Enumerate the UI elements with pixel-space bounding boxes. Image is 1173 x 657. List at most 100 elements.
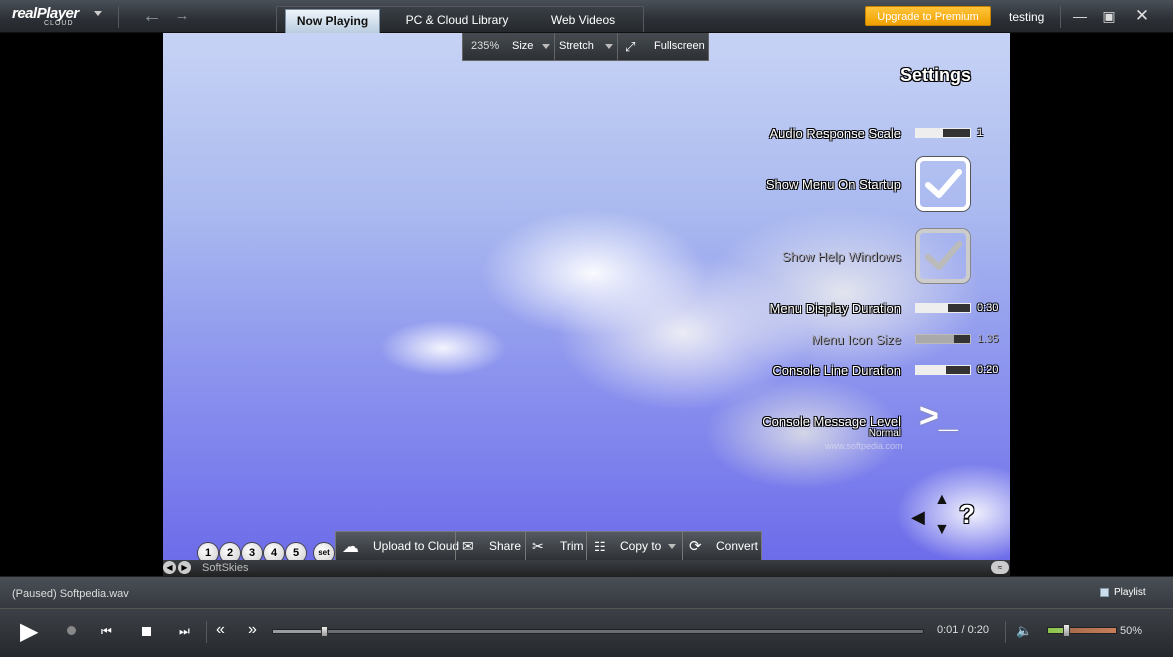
checkmark-icon xyxy=(925,169,962,198)
copy-to-button[interactable]: Copy to xyxy=(620,532,661,561)
console-message-level-label: Console Message Level xyxy=(762,414,901,429)
checkmark-icon xyxy=(925,241,962,270)
playlist-button[interactable]: Playlist xyxy=(1114,587,1146,598)
show-help-windows-label: Show Help Windows xyxy=(781,249,901,264)
previous-visualization-icon[interactable]: ◀ xyxy=(163,561,176,574)
rewind-icon[interactable]: « xyxy=(216,621,225,639)
down-arrow-icon[interactable]: ▼ xyxy=(934,521,950,539)
preset-button-1[interactable]: 1 xyxy=(198,543,218,560)
console-line-duration-slider[interactable] xyxy=(915,365,971,375)
app-menu-chevron-icon[interactable] xyxy=(94,11,102,16)
convert-icon[interactable]: ⟳ xyxy=(689,532,702,561)
wave-icon[interactable]: ≈ xyxy=(991,561,1009,574)
video-toolbar: 235% Size Stretch ⤢ Fullscreen xyxy=(462,33,709,61)
console-line-duration-value: 0:20 xyxy=(977,364,999,376)
tab-web-videos[interactable]: Web Videos xyxy=(539,9,627,33)
menu-display-duration-label: Menu Display Duration xyxy=(769,301,901,316)
stretch-button[interactable]: Stretch xyxy=(559,33,594,60)
zoom-value: 235% xyxy=(471,40,500,52)
main-tabs: Now Playing PC & Cloud Library Web Video… xyxy=(276,6,644,33)
upload-to-cloud-button[interactable]: Upload to Cloud xyxy=(373,532,459,561)
status-bar: (Paused) Softpedia.wav Playlist xyxy=(0,576,1173,608)
menu-display-duration-slider[interactable] xyxy=(915,303,971,313)
console-prompt-icon[interactable]: >_ xyxy=(919,397,958,436)
set-button[interactable]: set xyxy=(314,543,334,560)
stop-icon[interactable] xyxy=(142,627,151,636)
divider xyxy=(1060,6,1061,28)
title-bar: realPlayer CLOUD ← → Now Playing PC & Cl… xyxy=(0,0,1173,33)
console-message-level-value: Normal xyxy=(868,428,901,439)
menu-icon-size-slider[interactable] xyxy=(915,334,971,344)
realplayer-window: realPlayer CLOUD ← → Now Playing PC & Cl… xyxy=(0,0,1173,657)
scissors-icon[interactable]: ✂ xyxy=(532,532,544,561)
chevron-down-icon[interactable] xyxy=(668,544,676,549)
show-help-windows-checkbox[interactable] xyxy=(916,229,970,283)
trim-button[interactable]: Trim xyxy=(560,532,584,561)
volume-slider[interactable] xyxy=(1047,624,1117,637)
playback-controls: ▶ ⏮ ⏭ « » 0:01 / 0:20 🔈 50% xyxy=(0,608,1173,657)
up-arrow-icon[interactable]: ▲ xyxy=(934,491,950,509)
divider xyxy=(525,532,526,561)
back-arrow-icon[interactable]: ← xyxy=(141,6,163,26)
menu-icon-size-label: Menu Icon Size xyxy=(811,332,901,347)
record-icon[interactable] xyxy=(67,626,76,635)
visualization-name: SoftSkies xyxy=(202,562,249,574)
convert-button[interactable]: Convert xyxy=(716,532,758,561)
chevron-down-icon[interactable] xyxy=(605,44,613,49)
audio-response-scale-slider[interactable] xyxy=(915,128,971,138)
device-icon[interactable]: ☷ xyxy=(594,532,606,561)
seek-progress xyxy=(273,630,325,633)
preset-button-2[interactable]: 2 xyxy=(220,543,240,560)
app-logo[interactable]: realPlayer CLOUD xyxy=(12,5,86,29)
audio-response-scale-label: Audio Response Scale xyxy=(769,126,901,141)
video-area[interactable]: Settings Audio Response Scale 1 Show Men… xyxy=(163,33,1010,560)
menu-icon-size-value: 1.35 xyxy=(977,333,999,345)
status-text: (Paused) Softpedia.wav xyxy=(12,588,129,600)
volume-thumb[interactable] xyxy=(1063,624,1071,637)
tab-pc-cloud-library[interactable]: PC & Cloud Library xyxy=(397,9,517,33)
preset-button-4[interactable]: 4 xyxy=(264,543,284,560)
time-display: 0:01 / 0:20 xyxy=(937,624,989,636)
audio-response-scale-value: 1 xyxy=(977,127,984,139)
divider xyxy=(118,6,119,28)
fullscreen-button[interactable]: Fullscreen xyxy=(654,33,705,60)
preset-button-3[interactable]: 3 xyxy=(242,543,262,560)
seek-thumb[interactable] xyxy=(321,626,328,637)
action-bar: ☁ Upload to Cloud ✉ Share ✂ Trim ☷ Copy … xyxy=(335,531,762,561)
show-menu-on-startup-label: Show Menu On Startup xyxy=(765,177,901,192)
seek-bar[interactable] xyxy=(272,626,924,637)
fast-forward-icon[interactable]: » xyxy=(248,621,257,639)
close-icon[interactable]: ✕ xyxy=(1133,7,1151,24)
play-icon[interactable]: ▶ xyxy=(20,617,38,646)
volume-percent: 50% xyxy=(1120,625,1143,637)
preset-button-5[interactable]: 5 xyxy=(286,543,306,560)
help-icon[interactable]: ? xyxy=(959,499,975,530)
divider xyxy=(1005,621,1006,643)
cloud-upload-icon[interactable]: ☁ xyxy=(342,532,359,561)
share-button[interactable]: Share xyxy=(489,532,521,561)
menu-display-duration-value: 0:30 xyxy=(977,302,999,314)
previous-track-icon[interactable]: ⏮ xyxy=(101,624,112,639)
divider xyxy=(206,621,207,643)
forward-arrow-icon[interactable]: → xyxy=(171,6,193,26)
volume-icon[interactable]: 🔈 xyxy=(1016,623,1032,639)
fullscreen-icon[interactable]: ⤢ xyxy=(625,33,635,60)
visualization-strip: ◀ ▶ SoftSkies ≈ xyxy=(163,560,1010,576)
maximize-icon[interactable]: ▣ xyxy=(1100,8,1118,24)
size-button[interactable]: Size xyxy=(512,33,533,60)
playlist-icon[interactable] xyxy=(1100,588,1109,597)
divider xyxy=(586,532,587,561)
show-menu-on-startup-checkbox[interactable] xyxy=(916,157,970,211)
next-visualization-icon[interactable]: ▶ xyxy=(178,561,191,574)
chevron-down-icon[interactable] xyxy=(542,44,550,49)
divider xyxy=(682,532,683,561)
next-track-icon[interactable]: ⏭ xyxy=(179,624,190,639)
divider xyxy=(617,33,618,60)
username[interactable]: testing xyxy=(1009,10,1044,24)
left-arrow-icon[interactable]: ◀ xyxy=(911,507,925,528)
upgrade-button[interactable]: Upgrade to Premium xyxy=(865,6,991,26)
minimize-icon[interactable]: — xyxy=(1071,8,1089,24)
mail-icon[interactable]: ✉ xyxy=(462,532,474,561)
tab-now-playing[interactable]: Now Playing xyxy=(285,9,380,33)
settings-title: Settings xyxy=(900,65,972,85)
